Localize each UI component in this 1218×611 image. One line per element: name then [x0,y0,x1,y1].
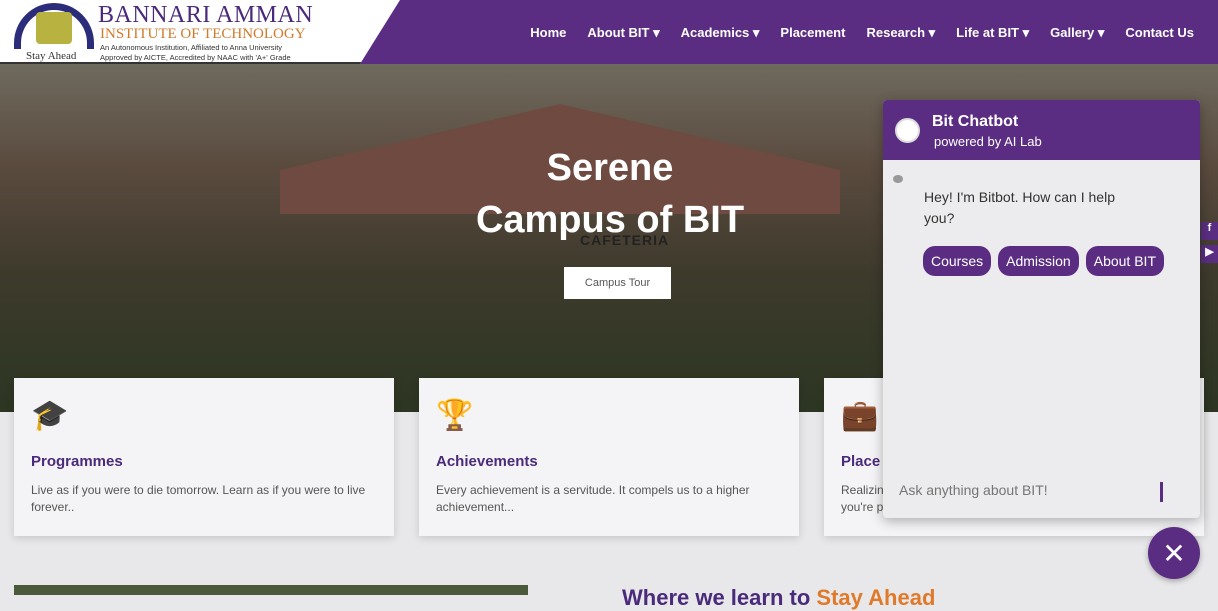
logo-line1: An Autonomous Institution, Affiliated to… [100,43,283,52]
navbar: Stay Ahead BANNARI AMMAN INSTITUTE OF TE… [0,0,1218,64]
youtube-icon[interactable]: ▶ [1201,245,1218,263]
menu-home[interactable]: Home [530,25,566,41]
quick-replies: Courses Admission About BIT [923,246,1164,276]
card-title: Achievements [436,453,538,470]
logo-tagline: Stay Ahead [26,50,77,62]
admission-button[interactable]: Admission [998,246,1079,276]
logo[interactable]: Stay Ahead BANNARI AMMAN INSTITUTE OF TE… [0,0,400,64]
briefcase-icon: 💼 [841,399,879,432]
menu-research[interactable]: Research ▾ [866,25,935,41]
chat-input[interactable] [899,482,1149,498]
card-title: Place [841,453,881,470]
courses-button[interactable]: Courses [923,246,992,276]
trophy-icon: 🏆 [436,399,474,432]
card-title: Programmes [31,453,123,470]
gba-emblem [36,12,72,44]
hero-title-line2: Campus of BIT [475,199,745,241]
menu-life[interactable]: Life at BIT ▾ [956,25,1029,41]
about-bit-button[interactable]: About BIT [1085,246,1164,276]
main-menu: Home About BIT ▾ Academics ▾ Placement R… [530,25,1194,41]
menu-gallery[interactable]: Gallery ▾ [1050,25,1104,41]
hero-title-line1: Serene [546,147,674,189]
logo-name: BANNARI AMMAN [98,2,314,28]
card-programmes[interactable]: 🎓 Programmes Live as if you were to die … [14,378,394,536]
bot-avatar-icon [893,175,903,183]
menu-academics[interactable]: Academics ▾ [681,25,760,41]
card-achievements[interactable]: 🏆 Achievements Every achievement is a se… [419,378,799,536]
menu-placement[interactable]: Placement [780,25,845,41]
logo-line2: Approved by AICTE, Accredited by NAAC wi… [100,53,291,62]
section-heading: Where we learn to Stay Ahead [622,585,935,611]
campus-tour-button[interactable]: Campus Tour [564,267,671,299]
chatbot-avatar [895,118,920,143]
facebook-icon[interactable]: f [1201,222,1218,240]
card-text: Live as if you were to die tomorrow. Lea… [31,483,366,514]
heading-text: Where we learn to [622,585,817,610]
heading-accent: Stay Ahead [816,585,936,610]
graduation-cap-icon: 🎓 [31,399,69,432]
hero-title: Serene Campus of BIT [440,142,780,246]
logo-subtitle: INSTITUTE OF TECHNOLOGY [100,26,306,42]
chatbot-window: Bit Chatbot powered by AI Lab Hey! I'm B… [883,100,1200,518]
menu-about[interactable]: About BIT ▾ [587,25,659,41]
bot-message: Hey! I'm Bitbot. How can I help you? [924,189,1115,226]
send-cursor-icon[interactable] [1160,482,1163,502]
card-text: Every achievement is a servitude. It com… [436,483,750,514]
menu-contact[interactable]: Contact Us [1125,25,1194,41]
chatbot-header: Bit Chatbot powered by AI Lab [883,100,1200,160]
chatbot-title: Bit Chatbot [932,113,1019,130]
close-chat-button[interactable]: ✕ [1148,527,1200,579]
campus-photo [14,585,528,595]
chatbot-subtitle: powered by AI Lab [934,134,1042,149]
